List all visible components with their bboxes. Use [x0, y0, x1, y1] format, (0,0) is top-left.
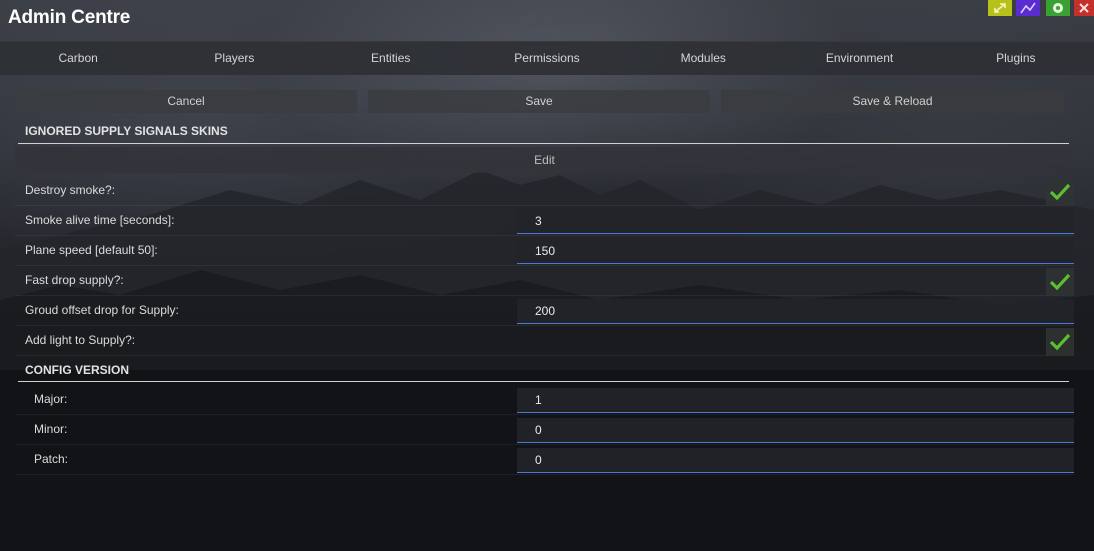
window-titlebar: Admin Centre [0, 0, 1094, 40]
tab-players[interactable]: Players [156, 42, 312, 75]
add-light-toggle[interactable] [1046, 328, 1074, 356]
setting-label: Add light to Supply?: [25, 333, 136, 347]
top-navigation: Carbon Players Entities Permissions Modu… [0, 41, 1094, 75]
setting-row-fast-drop-supply: Fast drop supply?: [15, 266, 1074, 296]
window-title: Admin Centre [8, 7, 131, 28]
save-button[interactable]: Save [368, 90, 710, 113]
save-reload-button[interactable]: Save & Reload [721, 90, 1064, 113]
checkmark-icon [1049, 273, 1071, 291]
setting-row-destroy-smoke: Destroy smoke?: [15, 176, 1074, 206]
setting-label: Fast drop supply?: [25, 273, 124, 287]
tab-entities[interactable]: Entities [313, 42, 469, 75]
destroy-smoke-toggle[interactable] [1046, 178, 1074, 206]
setting-row-major: Major: [15, 385, 1074, 415]
setting-label: Minor: [34, 422, 68, 436]
setting-label: Groud offset drop for Supply: [25, 303, 179, 317]
tab-plugins[interactable]: Plugins [938, 42, 1094, 75]
setting-row-ground-offset-drop: Groud offset drop for Supply: [15, 296, 1074, 326]
setting-row-smoke-alive-time: Smoke alive time [seconds]: [15, 206, 1074, 236]
setting-row-add-light-to-supply: Add light to Supply?: [15, 326, 1074, 356]
expand-icon [988, 0, 1012, 16]
fast-drop-supply-toggle[interactable] [1046, 268, 1074, 296]
setting-row-plane-speed: Plane speed [default 50]: [15, 236, 1074, 266]
setting-label: Plane speed [default 50]: [25, 243, 158, 257]
section-title-config-version: CONFIG VERSION [25, 363, 130, 377]
graph-icon [1016, 0, 1040, 16]
settings-button[interactable] [1046, 0, 1070, 16]
ground-offset-drop-input[interactable] [517, 299, 1074, 324]
tab-permissions[interactable]: Permissions [469, 42, 625, 75]
checkmark-icon [1049, 183, 1071, 201]
setting-label: Major: [34, 392, 68, 406]
setting-row-patch: Patch: [15, 445, 1074, 475]
expand-button[interactable] [988, 0, 1012, 16]
setting-row-minor: Minor: [15, 415, 1074, 445]
section-divider [18, 381, 1069, 382]
setting-label: Patch: [34, 452, 69, 466]
gear-icon [1046, 0, 1070, 16]
section-title-ignored-supply-signals-skins: IGNORED SUPPLY SIGNALS SKINS [25, 124, 228, 138]
patch-version-input[interactable] [517, 448, 1074, 473]
cancel-button[interactable]: Cancel [15, 90, 357, 113]
tab-modules[interactable]: Modules [625, 42, 781, 75]
smoke-alive-time-input[interactable] [517, 209, 1074, 234]
tab-carbon[interactable]: Carbon [0, 42, 156, 75]
minor-version-input[interactable] [517, 418, 1074, 443]
close-icon [1074, 0, 1094, 16]
plane-speed-input[interactable] [517, 239, 1074, 264]
major-version-input[interactable] [517, 388, 1074, 413]
setting-label: Destroy smoke?: [25, 183, 116, 197]
edit-button[interactable]: Edit [15, 147, 1074, 173]
close-button[interactable] [1074, 0, 1094, 16]
checkmark-icon [1049, 333, 1071, 351]
action-bar: Cancel Save Save & Reload [15, 90, 1064, 114]
tab-environment[interactable]: Environment [781, 42, 937, 75]
setting-label: Smoke alive time [seconds]: [25, 213, 175, 227]
section-divider [18, 143, 1069, 144]
graph-button[interactable] [1016, 0, 1040, 16]
